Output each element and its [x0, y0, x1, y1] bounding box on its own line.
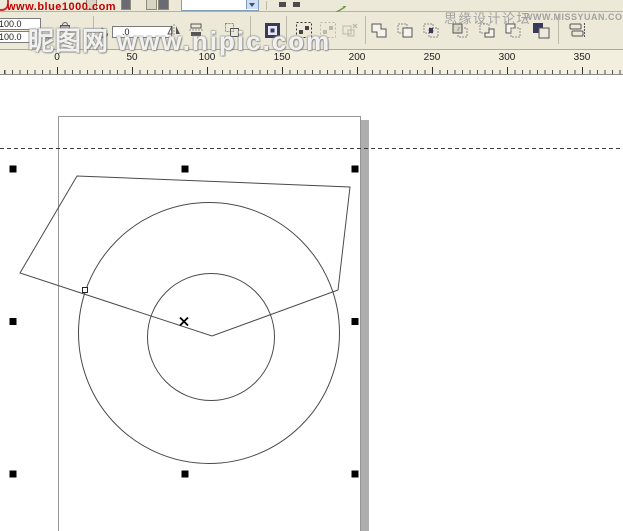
ruler-label: 200 — [349, 52, 366, 63]
mirror-horizontal-button[interactable] — [164, 20, 184, 40]
ruler-major-tick — [207, 67, 208, 74]
page-frame — [59, 117, 361, 531]
propbar-separator — [93, 16, 94, 44]
duplicate-frames-icon — [224, 22, 240, 38]
apply-to-duplicate-button[interactable] — [222, 20, 242, 40]
snap-pen-icon[interactable] — [334, 1, 348, 9]
selection-handle-bottom-left[interactable] — [10, 471, 17, 478]
coreldraw-window: % — [0, 0, 623, 531]
intersect-icon — [423, 22, 440, 39]
mirror-horizontal-icon — [166, 22, 182, 38]
ungroup-icon — [320, 22, 337, 39]
group-button[interactable] — [294, 20, 314, 40]
cutoff-text-glyph — [293, 2, 300, 7]
front-minus-back-icon — [479, 22, 496, 39]
trim-icon — [397, 22, 414, 39]
selection-handle-top-right[interactable] — [352, 166, 359, 173]
ruler-label: 0 — [54, 52, 60, 63]
back-minus-front-icon — [505, 22, 522, 39]
ruler-label: 50 — [126, 52, 137, 63]
ruler-major-tick — [432, 67, 433, 74]
lock-body — [60, 25, 70, 32]
combine-button[interactable] — [262, 20, 282, 40]
property-bar: % — [0, 12, 623, 50]
curve-node-marker[interactable] — [83, 288, 88, 293]
ruler-minor-ticks — [0, 70, 623, 74]
selection-handle-top-left[interactable] — [10, 166, 17, 173]
intersect-button[interactable] — [421, 20, 441, 40]
create-boundary-icon — [532, 22, 550, 39]
mirror-vertical-icon — [188, 22, 204, 38]
front-minus-back-button[interactable] — [477, 20, 497, 40]
selection-handle-bottom-right[interactable] — [352, 471, 359, 478]
propbar-separator — [365, 16, 366, 44]
ruler-major-tick — [132, 67, 133, 74]
page-shadow — [361, 120, 369, 531]
convert-outline-to-object-button[interactable] — [566, 20, 586, 40]
ruler-major-tick — [582, 67, 583, 74]
trim-button[interactable] — [395, 20, 415, 40]
ungroup-button-disabled — [318, 20, 338, 40]
create-boundary-button[interactable] — [530, 20, 550, 40]
rotate-icon — [97, 27, 110, 40]
weld-button[interactable] — [369, 20, 389, 40]
ruler-major-tick — [357, 67, 358, 74]
propbar-separator — [558, 16, 559, 44]
weld-icon — [371, 22, 388, 39]
paste-icon[interactable] — [158, 0, 169, 10]
selection-handle-bottom-middle[interactable] — [182, 471, 189, 478]
cut-off-logo — [0, 0, 9, 11]
save-icon[interactable] — [86, 0, 97, 10]
ruler-label: 100 — [199, 52, 216, 63]
scale-vertical-field[interactable] — [0, 31, 41, 43]
ungroup-all-button-disabled — [340, 20, 360, 40]
ruler-label: 150 — [274, 52, 291, 63]
canvas-svg — [0, 75, 623, 531]
selection-handle-middle-left[interactable] — [10, 318, 17, 325]
combine-icon — [264, 22, 281, 39]
simplify-button[interactable] — [450, 20, 470, 40]
back-minus-front-button[interactable] — [503, 20, 523, 40]
rotate-button[interactable] — [95, 25, 110, 40]
combobox-dropdown-icon[interactable] — [246, 0, 258, 9]
convert-outline-icon — [568, 22, 586, 39]
scale-horizontal-field[interactable] — [0, 18, 41, 30]
group-icon — [296, 22, 313, 39]
drawing-canvas[interactable] — [0, 75, 623, 531]
ruler-major-tick — [57, 67, 58, 74]
propbar-separator — [250, 16, 251, 44]
standard-toolbar-strip — [0, 0, 623, 12]
lock-ratio-icon[interactable] — [60, 22, 69, 31]
print-icon[interactable] — [121, 0, 131, 10]
cut-icon[interactable] — [146, 0, 157, 10]
selection-handle-middle-right[interactable] — [352, 318, 359, 325]
ruler-major-tick — [507, 67, 508, 74]
ungroup-all-icon — [342, 22, 359, 39]
ruler-major-tick — [282, 67, 283, 74]
cutoff-text-glyph — [279, 2, 286, 7]
zoom-level-combobox[interactable] — [181, 0, 259, 11]
propbar-separator — [286, 16, 287, 44]
horizontal-ruler[interactable]: 0 50 100 150 200 250 300 350 — [0, 50, 623, 75]
rotation-angle-field[interactable] — [112, 26, 172, 38]
toolbar-separator — [266, 1, 267, 10]
ruler-label: 250 — [424, 52, 441, 63]
percent-label: % — [41, 32, 52, 46]
mirror-vertical-button[interactable] — [186, 20, 206, 40]
simplify-icon — [452, 22, 469, 39]
ruler-label: 300 — [499, 52, 516, 63]
ruler-label: 350 — [574, 52, 591, 63]
selection-handle-top-middle[interactable] — [182, 166, 189, 173]
